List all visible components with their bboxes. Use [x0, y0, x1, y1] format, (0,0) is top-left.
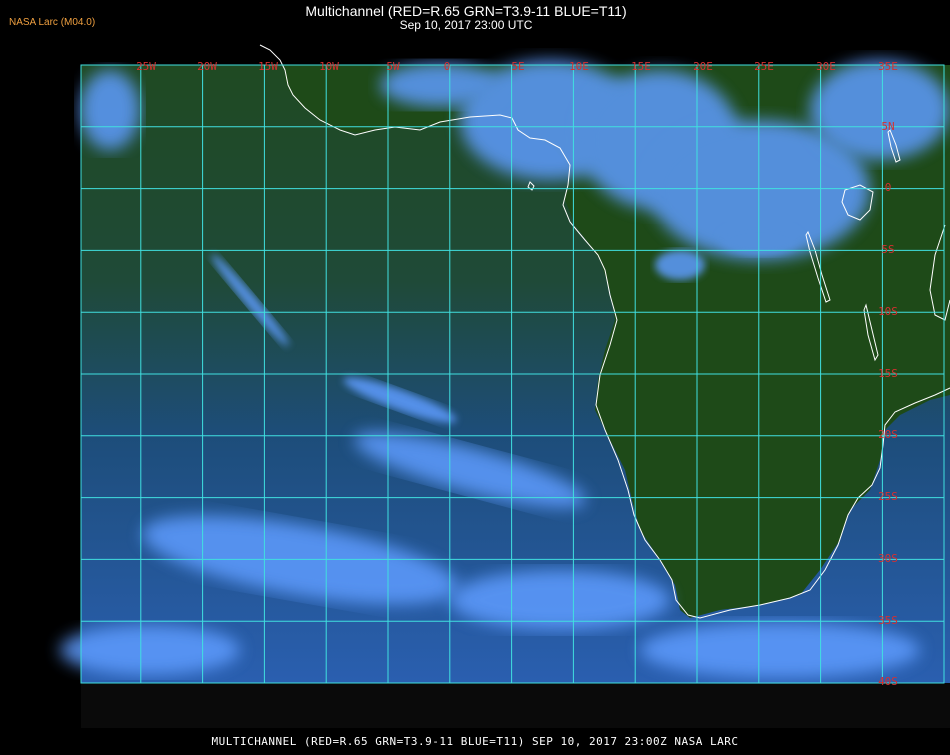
longitude-label: 25W	[136, 60, 156, 73]
longitude-label: 15E	[631, 60, 651, 73]
longitude-label: 0	[444, 60, 451, 73]
longitude-label: 30E	[816, 60, 836, 73]
longitude-label: 20E	[693, 60, 713, 73]
latitude-label: 5N	[881, 120, 894, 133]
footer-caption: MULTICHANNEL (RED=R.65 GRN=T3.9-11 BLUE=…	[211, 735, 739, 748]
longitude-label: 5E	[511, 60, 524, 73]
latitude-label: 30S	[878, 552, 898, 565]
latitude-label: 25S	[878, 490, 898, 503]
latitude-label: 20S	[878, 428, 898, 441]
longitude-label: 15W	[258, 60, 278, 73]
satellite-image: 25W 20W 15W 10W 5W 0 5E 10E 15E 20E 25E 30E 35E 5N 0 5…	[60, 44, 950, 728]
longitude-label: 35E	[878, 60, 898, 73]
longitude-label: 10W	[319, 60, 339, 73]
latitude-label: 40S	[878, 675, 898, 688]
frame-bottom-band	[81, 683, 950, 728]
latitude-label: 15S	[878, 367, 898, 380]
longitude-label: 20W	[197, 60, 217, 73]
latitude-label: 35S	[878, 614, 898, 627]
longitude-label: 5W	[386, 60, 400, 73]
latitude-label: 10S	[878, 305, 898, 318]
satellite-map: 25W 20W 15W 10W 5W 0 5E 10E 15E 20E 25E 30E 35E 5N 0 5…	[0, 0, 950, 750]
longitude-label: 25E	[754, 60, 774, 73]
latitude-label: 0	[885, 181, 892, 194]
latitude-label: 5S	[881, 243, 894, 256]
longitude-label: 10E	[569, 60, 589, 73]
